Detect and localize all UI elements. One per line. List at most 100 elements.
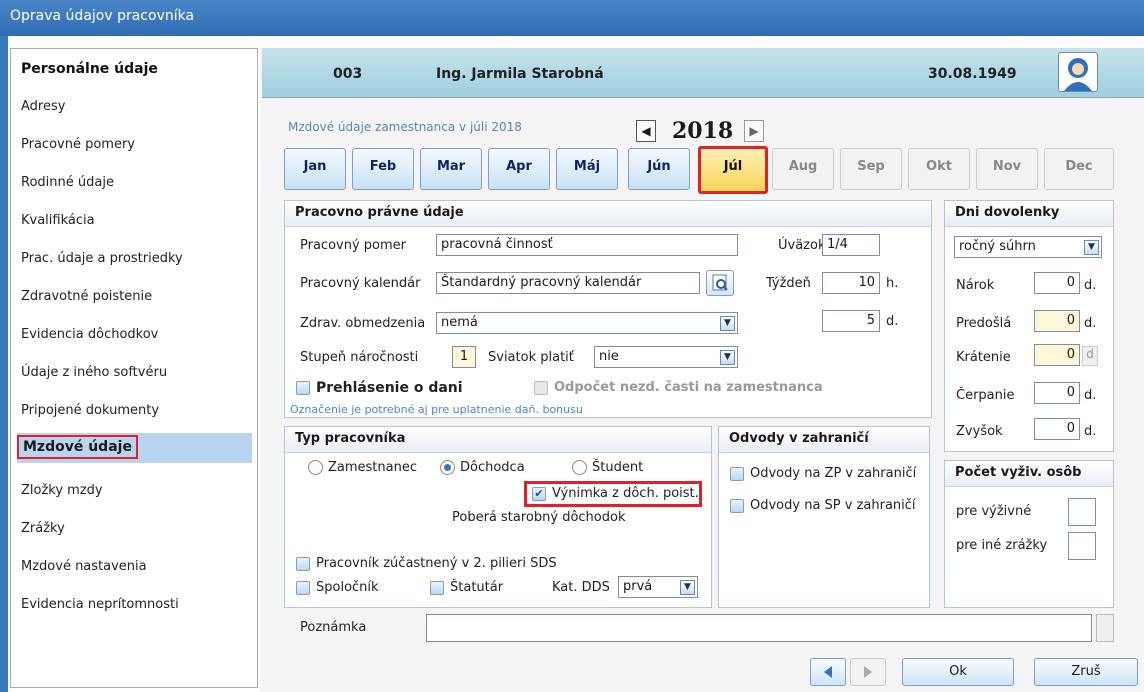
radio-employee[interactable] (308, 460, 323, 475)
calendar-lookup-button[interactable] (706, 270, 734, 296)
ok-button[interactable]: Ok (902, 658, 1014, 686)
vacation-title: Dni dovolenky (945, 201, 1113, 227)
vacation-previous-field[interactable]: 0 (1034, 310, 1080, 332)
week-hours-field[interactable]: 10 (822, 272, 880, 294)
week-label: Týždeň (766, 276, 811, 291)
employee-birth-date: 30.08.1949 (928, 66, 1017, 82)
difficulty-field[interactable]: 1 (452, 346, 476, 368)
chevron-down-icon[interactable]: ▼ (680, 580, 695, 595)
month-tab-jul[interactable]: Júl (698, 146, 768, 194)
avatar[interactable] (1058, 52, 1098, 92)
health-restrictions-select[interactable]: nemá (436, 312, 738, 334)
period-caption: Mzdové údaje zamestnanca v júli 2018 (288, 120, 522, 134)
sidebar-item-mzdove-udaje[interactable]: Mzdové údaje (17, 435, 138, 459)
abroad-zp-label: Odvody na ZP v zahraničí (750, 466, 917, 481)
radio-student-label: Študent (592, 460, 644, 475)
partner-checkbox[interactable] (296, 581, 310, 595)
worker-type-title: Typ pracovníka (285, 427, 711, 453)
next-record-button[interactable] (850, 658, 886, 686)
note-scrollbar[interactable] (1096, 614, 1114, 642)
previous-record-button[interactable] (810, 658, 846, 686)
sidebar-item-adresy[interactable]: Adresy (17, 97, 69, 116)
dependents-support-label: pre výživné (956, 504, 1032, 519)
sidebar-item-evidencia-dochodkov[interactable]: Evidencia dôchodkov (17, 325, 162, 344)
workload-field[interactable]: 1/4 (822, 234, 880, 256)
vacation-remaining-label: Zvyšok (956, 424, 1003, 439)
sidebar-item-prac-udaje[interactable]: Prac. údaje a prostriedky (17, 249, 187, 268)
employment-field[interactable]: pracovná činnosť (436, 234, 738, 256)
sidebar-heading[interactable]: Personálne údaje (21, 61, 158, 77)
sidebar-item-pripojene-dokumenty[interactable]: Pripojené dokumenty (17, 401, 163, 420)
calendar-field[interactable]: Štandardný pracovný kalendár (436, 272, 700, 294)
sidebar-item-pracovne-pomery[interactable]: Pracovné pomery (17, 135, 139, 154)
month-tab-apr[interactable]: Apr (488, 148, 550, 190)
vacation-used-field[interactable]: 0 (1034, 382, 1080, 404)
holiday-label: Sviatok platiť (488, 350, 574, 365)
sidebar-item-zlozky-mzdy[interactable]: Zložky mzdy (17, 481, 107, 500)
abroad-sp-checkbox[interactable] (730, 499, 744, 513)
sidebar-item-mzdove-nastavenia[interactable]: Mzdové nastavenia (17, 557, 151, 576)
radio-student[interactable] (572, 460, 587, 475)
dds-label: Kat. DDS (552, 580, 610, 595)
month-tab-sep[interactable]: Sep (840, 148, 902, 190)
sidebar: Personálne údaje Adresy Pracovné pomery … (10, 48, 258, 688)
tax-hint: Označenie je potrebné aj pre uplatnenie … (290, 403, 583, 416)
tax-declaration-checkbox[interactable] (296, 381, 310, 395)
exemption-checkbox[interactable]: ✔ (532, 487, 546, 501)
month-tab-feb[interactable]: Feb (352, 148, 414, 190)
vacation-reduction-unit: d (1082, 346, 1098, 366)
radio-pensioner-label: Dôchodca (460, 460, 525, 475)
next-year-button[interactable]: ▶ (744, 120, 764, 142)
month-tab-jan[interactable]: Jan (284, 148, 346, 190)
abroad-panel: Odvody v zahraničí (718, 426, 930, 608)
sidebar-item-zdravotne-poistenie[interactable]: Zdravotné poistenie (17, 287, 156, 306)
person-icon (1064, 58, 1092, 91)
month-tab-okt[interactable]: Okt (908, 148, 970, 190)
sidebar-item-evidencia-nepritomnosti[interactable]: Evidencia neprítomnosti (17, 595, 183, 614)
workload-label: Úväzok (778, 238, 826, 253)
note-field[interactable] (426, 614, 1092, 642)
sidebar-item-udaje-z-ineho-softveru[interactable]: Údaje z iného softvéru (17, 363, 171, 382)
dependents-title: Počet vyživ. osôb (945, 461, 1113, 487)
tax-deduction-checkbox[interactable] (534, 381, 548, 395)
vacation-mode-select[interactable]: ročný súhrn (954, 236, 1102, 258)
chevron-down-icon[interactable]: ▼ (720, 350, 735, 365)
vacation-reduction-field[interactable]: 0 (1034, 344, 1080, 366)
hours-unit: h. (886, 276, 899, 291)
radio-pensioner[interactable] (440, 460, 455, 475)
month-tab-jun[interactable]: Jún (628, 148, 690, 190)
window-title-bar: Oprava údajov pracovníka (0, 0, 1144, 36)
chevron-down-icon[interactable]: ▼ (1084, 240, 1099, 255)
dependents-support-field[interactable] (1068, 498, 1096, 526)
employee-id: 003 (333, 66, 363, 82)
cancel-button[interactable]: Zruš (1034, 658, 1138, 686)
sidebar-item-kvalifikacia[interactable]: Kvalifikácia (17, 211, 99, 230)
statutory-checkbox[interactable] (430, 581, 444, 595)
month-tab-dec[interactable]: Dec (1044, 148, 1114, 190)
chevron-down-icon[interactable]: ▼ (720, 316, 735, 331)
vacation-entitlement-unit: d. (1084, 278, 1097, 293)
vacation-previous-unit: d. (1084, 316, 1097, 331)
month-tab-nov[interactable]: Nov (976, 148, 1038, 190)
holiday-select[interactable]: nie (594, 346, 738, 368)
previous-year-button[interactable]: ◀ (636, 120, 656, 142)
employee-name: Ing. Jarmila Starobná (436, 66, 604, 82)
pension-note: Poberá starobný dôchodok (452, 510, 626, 525)
sidebar-item-rodinne-udaje[interactable]: Rodinné údaje (17, 173, 118, 192)
window-frame (0, 36, 8, 692)
window-title: Oprava údajov pracovníka (10, 8, 195, 24)
days-field[interactable]: 5 (822, 310, 880, 332)
dependents-other-field[interactable] (1068, 532, 1096, 560)
sidebar-item-zrazky[interactable]: Zrážky (17, 519, 69, 538)
vacation-entitlement-field[interactable]: 0 (1034, 272, 1080, 294)
arrow-left-icon (824, 666, 832, 678)
vacation-used-label: Čerpanie (956, 388, 1015, 403)
vacation-remaining-field[interactable]: 0 (1034, 418, 1080, 440)
abroad-title: Odvody v zahraničí (719, 427, 929, 453)
month-tab-maj[interactable]: Máj (556, 148, 618, 190)
note-label: Poznámka (300, 620, 367, 635)
month-tab-mar[interactable]: Mar (420, 148, 482, 190)
pillar-checkbox[interactable] (296, 557, 310, 571)
abroad-zp-checkbox[interactable] (730, 467, 744, 481)
month-tab-aug[interactable]: Aug (772, 148, 834, 190)
